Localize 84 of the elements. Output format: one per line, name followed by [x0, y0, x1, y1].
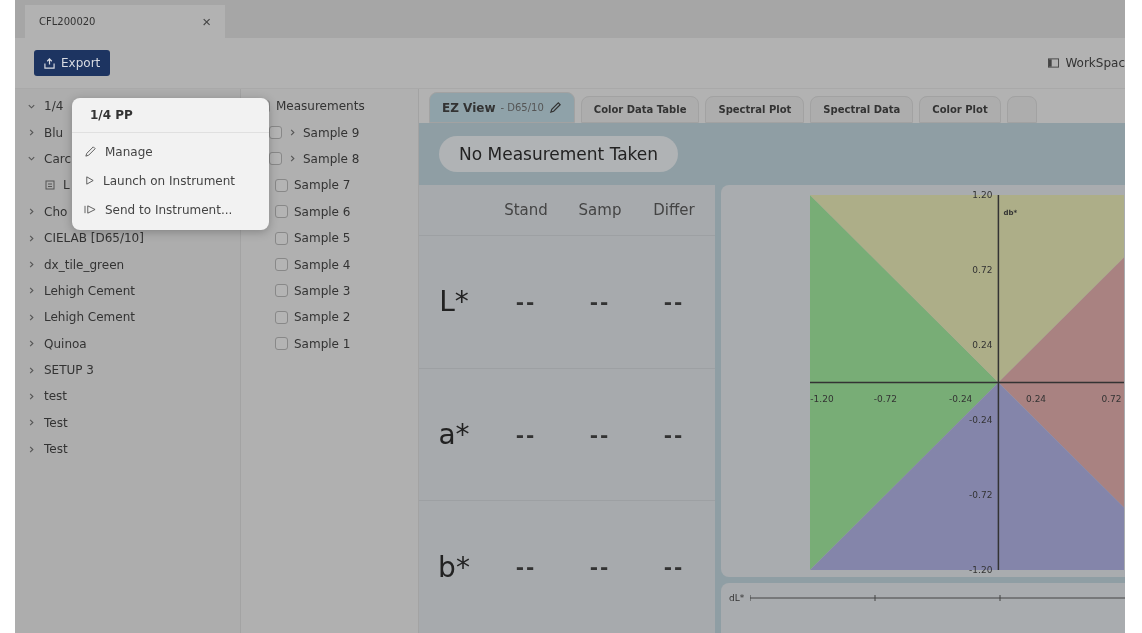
table-cell: -- [589, 422, 611, 447]
table-cell: -- [515, 289, 537, 314]
checkbox[interactable] [275, 310, 288, 324]
view-tab[interactable]: Spectral Data [810, 96, 914, 123]
sample-item[interactable]: Sample 7 [294, 178, 351, 193]
sample-item[interactable]: Sample 1 [294, 336, 351, 351]
table-cell: -- [663, 555, 685, 580]
sample-item[interactable]: Sample 5 [294, 231, 351, 246]
checkbox[interactable] [275, 284, 288, 298]
sample-item[interactable]: Sample 6 [294, 204, 351, 219]
menu-item[interactable]: Launch on Instrument [72, 166, 269, 195]
checkbox[interactable] [275, 231, 288, 245]
table-cell: -- [589, 555, 611, 580]
menu-item[interactable]: Manage [72, 137, 269, 166]
sample-item[interactable]: Sample 2 [294, 310, 351, 325]
tree-item[interactable]: Test [44, 415, 68, 430]
export-icon [44, 57, 55, 69]
panel-icon [1048, 58, 1060, 68]
checklist-icon [45, 180, 55, 191]
y-tick-label: 1.20 [972, 190, 993, 200]
play-icon [84, 175, 95, 186]
close-button[interactable]: × [202, 13, 211, 30]
menu-title: 1/4 PP [72, 98, 269, 133]
x-tick-label: -0.72 [873, 393, 897, 404]
view-tab[interactable]: EZ View - D65/10 [429, 92, 575, 123]
tree-item[interactable]: Lehigh Cement [44, 283, 135, 298]
x-tick-label: -1.20 [810, 393, 834, 404]
tree-item[interactable]: Carc [44, 151, 71, 166]
status-pill: No Measurement Taken [439, 136, 679, 172]
row-label: a* [438, 418, 470, 451]
sample-item[interactable]: Sample 3 [294, 283, 351, 298]
tree-item[interactable]: Lehigh Cement [44, 310, 135, 325]
table-cell: -- [663, 289, 685, 314]
illuminant-label: - D65/10 [500, 102, 544, 113]
tree-item[interactable]: Quinoa [44, 336, 87, 351]
column-header: Stand [504, 201, 548, 219]
tree-item[interactable]: SETUP 3 [44, 363, 94, 378]
tree-item[interactable]: test [44, 389, 68, 404]
checkbox[interactable] [275, 178, 288, 192]
tree-item[interactable]: dx_tile_green [44, 257, 125, 272]
y-tick-label: -0.72 [969, 490, 993, 500]
checkbox[interactable] [275, 258, 288, 272]
axis-label: dL* [729, 593, 745, 603]
checkbox[interactable] [269, 152, 282, 166]
y-tick-label: 0.24 [972, 340, 993, 350]
sample-item[interactable]: Sample 9 [303, 125, 360, 140]
document-tab[interactable]: CFL200020 × [25, 5, 225, 38]
x-tick-label: 0.72 [1101, 393, 1122, 404]
send-icon [84, 204, 97, 215]
pencil-icon [84, 145, 97, 158]
checkbox[interactable] [275, 205, 288, 219]
table-cell: -- [663, 422, 685, 447]
view-tab[interactable]: Color Data Table [580, 96, 700, 123]
tree-item[interactable]: Test [44, 442, 68, 457]
tab-title: CFL200020 [39, 16, 96, 27]
y-tick-label: -0.24 [969, 415, 993, 425]
tree-item[interactable]: Blu [44, 125, 64, 140]
table-cell: -- [589, 289, 611, 314]
list-header: Measurements [276, 99, 365, 114]
export-button[interactable]: Export [34, 50, 111, 76]
view-tab[interactable]: Color Plot [919, 96, 1001, 123]
y-tick-label: -1.20 [969, 565, 993, 575]
menu-item[interactable]: Send to Instrument... [72, 195, 269, 224]
x-tick-label: -0.24 [949, 393, 973, 404]
tree-item[interactable]: CIELAB [D65/10] [44, 231, 144, 246]
column-header: Samp [578, 201, 622, 219]
table-cell: -- [515, 555, 537, 580]
row-label: L* [439, 285, 469, 319]
checkbox[interactable] [269, 126, 282, 140]
column-header: Differ [653, 201, 695, 219]
row-label: b* [438, 550, 470, 584]
x-tick-label: 0.24 [1026, 393, 1047, 404]
checkbox[interactable] [275, 337, 288, 351]
table-cell: -- [515, 422, 537, 447]
tree-item[interactable]: 1/4 [44, 99, 64, 114]
pencil-icon [548, 101, 562, 114]
view-tab[interactable] [1006, 96, 1037, 123]
tree-item[interactable]: L [63, 178, 70, 193]
workspace-button[interactable]: WorkSpac [1048, 56, 1125, 70]
sample-item[interactable]: Sample 8 [303, 151, 360, 166]
view-tab[interactable]: Spectral Plot [705, 96, 805, 123]
y-tick-label: 0.72 [972, 265, 993, 275]
tree-item[interactable]: Cho [44, 204, 68, 219]
sample-item[interactable]: Sample 4 [294, 257, 351, 272]
